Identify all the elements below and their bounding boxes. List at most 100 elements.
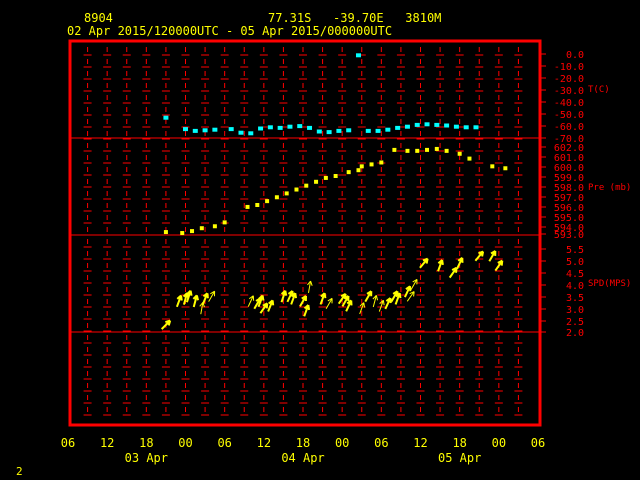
x-tick-label: 12	[100, 436, 114, 450]
x-tick-label: 18	[139, 436, 153, 450]
wind-arrow-head	[310, 280, 313, 286]
pressure-point	[444, 148, 449, 153]
wind-arrow-head	[500, 260, 504, 266]
wind-arrow	[290, 292, 298, 305]
pressure-point	[265, 199, 270, 204]
pressure-point	[323, 175, 328, 180]
wind-arrow-head	[441, 259, 444, 266]
y-tick-label: 2.0	[566, 328, 584, 339]
y-tick-label: -20.0	[554, 74, 584, 85]
temperature-point	[287, 124, 293, 129]
pressure-point	[356, 168, 361, 173]
wind-arrow-head	[206, 293, 209, 299]
wind-arrow-head	[481, 251, 485, 257]
pressure-point	[294, 187, 299, 192]
wind-arrow	[494, 259, 504, 272]
temperature-point	[414, 122, 420, 127]
wind-arrow	[192, 294, 199, 308]
pressure-point	[222, 220, 227, 225]
pressure-point	[405, 148, 410, 153]
wind-arrow-head	[455, 267, 458, 273]
x-tick-label: 12	[257, 436, 271, 450]
wind-arrow	[307, 280, 313, 293]
temperature-point	[395, 125, 401, 130]
temperature-point	[258, 126, 264, 131]
pressure-point	[467, 156, 472, 161]
pressure-point	[369, 162, 374, 167]
pressure-point	[425, 147, 430, 152]
x-tick-label: 00	[178, 436, 192, 450]
temperature-point	[336, 128, 342, 133]
y-tick-label: 3.0	[566, 305, 584, 316]
temperature-point	[424, 122, 430, 127]
x-tick-label: 00	[335, 436, 349, 450]
pressure-point	[379, 160, 384, 165]
temperature-point	[192, 128, 198, 133]
pressure-point	[284, 191, 289, 196]
wind-arrow	[325, 297, 333, 309]
pressure-point	[415, 148, 420, 153]
wind-arrow-head	[167, 320, 172, 326]
temperature-point	[404, 124, 410, 129]
x-tick-label: 06	[531, 436, 545, 450]
temperature-point	[277, 125, 283, 130]
x-tick-label: 12	[413, 436, 427, 450]
wind-arrow-head	[425, 258, 429, 264]
temperature-point	[453, 124, 459, 129]
x-day-label: 05 Apr	[438, 451, 481, 465]
y-tick-label: 5.5	[566, 245, 584, 256]
wind-arrow-head	[398, 293, 402, 299]
y-tick-label: 3.5	[566, 293, 584, 304]
y-tick-label: -40.0	[554, 98, 584, 109]
wind-arrow-head	[189, 290, 193, 296]
pressure-point	[180, 231, 185, 236]
wind-arrow	[410, 278, 418, 291]
wind-arrow	[378, 299, 385, 312]
pressure-point	[333, 174, 338, 178]
pressure-point	[163, 230, 168, 235]
x-tick-label: 18	[296, 436, 310, 450]
y-tick-label: 4.0	[566, 281, 584, 292]
wind-arrow	[372, 295, 379, 308]
wind-arrow-head	[382, 300, 385, 306]
pressure-point	[255, 203, 260, 207]
y-tick-label: 4.5	[566, 269, 584, 280]
temperature-point	[473, 125, 479, 130]
pressure-point	[359, 164, 364, 169]
y-tick-label: 5.0	[566, 257, 584, 268]
wind-arrow	[394, 292, 402, 305]
y-tick-label: 593.0	[554, 230, 584, 241]
x-tick-label: 06	[217, 436, 231, 450]
x-day-label: 03 Apr	[125, 451, 168, 465]
wind-arrow-head	[180, 295, 183, 301]
wind-arrow-head	[413, 291, 415, 297]
temperature-point	[385, 127, 391, 132]
wind-arrow	[437, 259, 444, 272]
wind-arrow	[488, 250, 497, 262]
wind-arrow-head	[265, 303, 269, 309]
wind-arrow	[384, 297, 392, 310]
pressure-point	[346, 170, 351, 175]
pressure-point	[304, 183, 309, 188]
y-axis-label: Pre (mb)	[588, 183, 631, 193]
temperature-point	[307, 125, 313, 130]
pressure-point	[245, 204, 250, 209]
meteogram-chart: 0.0-10.0-20.0-30.0-40.0-50.0-60.0-70.0T(…	[61, 39, 631, 465]
wind-arrow-head	[294, 293, 298, 299]
pressure-point	[490, 164, 495, 169]
wind-arrow-head	[323, 293, 327, 299]
pressure-point	[190, 229, 195, 234]
x-tick-label: 18	[452, 436, 466, 450]
y-tick-label: -30.0	[554, 86, 584, 97]
y-tick-label: 2.5	[566, 317, 584, 328]
wind-arrow	[299, 295, 307, 307]
temperature-point	[163, 115, 169, 120]
temperature-point	[346, 128, 352, 133]
temperature-point	[375, 128, 381, 133]
wind-arrow	[448, 266, 458, 279]
y-axis-label: T(C)	[588, 85, 610, 95]
wind-arrow	[345, 299, 353, 312]
x-tick-label: 00	[492, 436, 506, 450]
wind-arrow-head	[307, 304, 311, 311]
temperature-point	[228, 127, 234, 132]
